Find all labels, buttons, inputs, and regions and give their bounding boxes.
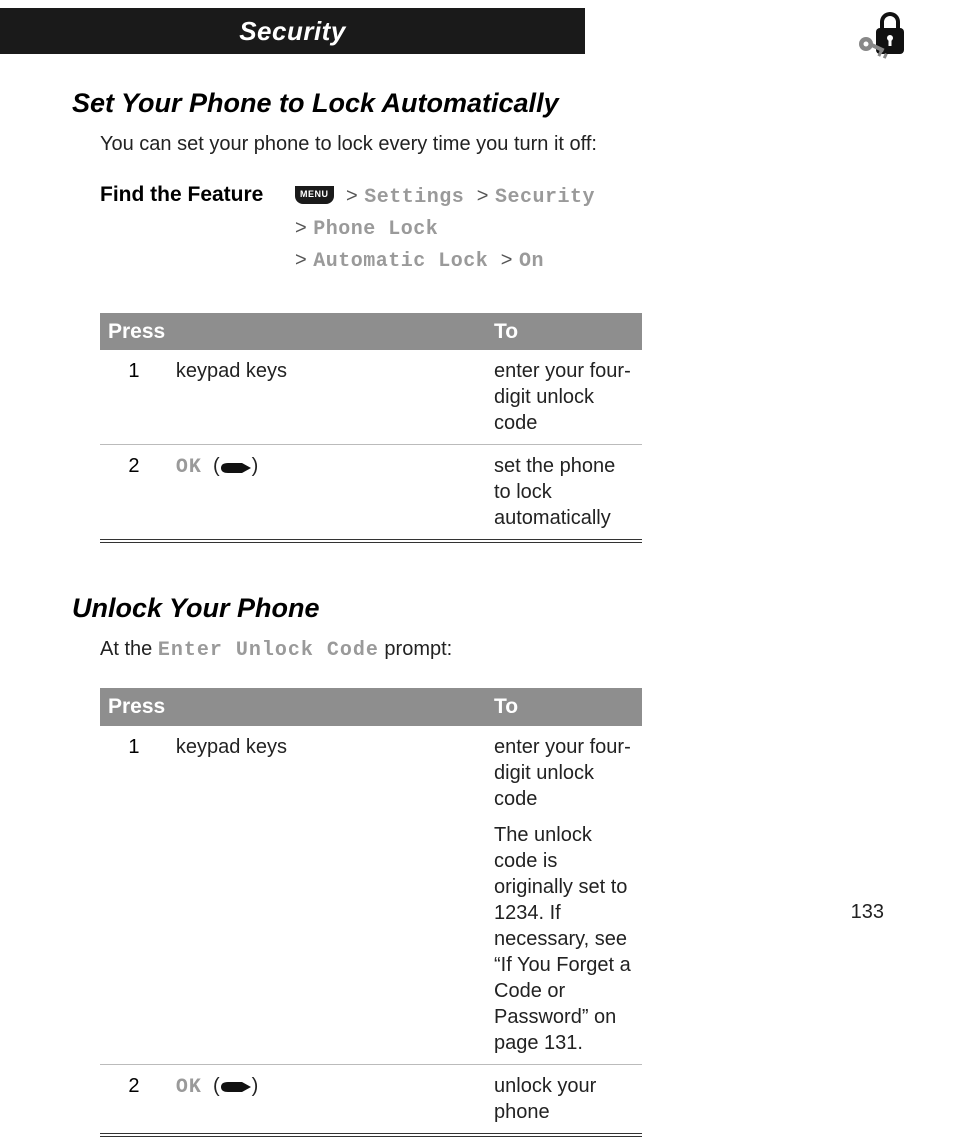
path-seg: Phone Lock — [313, 218, 438, 241]
right-arrow-key-icon — [220, 1074, 252, 1100]
intro-code: Enter Unlock Code — [158, 639, 379, 662]
section-intro: At the Enter Unlock Code prompt: — [100, 636, 884, 664]
header-bar: Security — [0, 8, 585, 54]
to-text: enter your four-digit unlock code — [494, 736, 631, 810]
step-number: 2 — [100, 1064, 168, 1135]
table-row: 1 keypad keys enter your four-digit unlo… — [100, 350, 642, 445]
feature-path: MENU > Settings > Security > Phone Lock … — [295, 181, 595, 277]
path-seg: On — [519, 250, 544, 273]
lock-icon — [852, 6, 912, 73]
to-note: The unlock code is originally set to 123… — [494, 812, 634, 1056]
col-press: Press — [100, 313, 486, 350]
step-number: 1 — [100, 726, 168, 1065]
col-to: To — [486, 688, 642, 725]
steps-table: Press To 1 keypad keys enter your four-d… — [100, 313, 642, 543]
path-seg: Automatic Lock — [313, 250, 488, 273]
table-row: 1 keypad keys enter your four-digit unlo… — [100, 726, 642, 1065]
col-to: To — [486, 313, 642, 350]
step-number: 1 — [100, 350, 168, 445]
feature-label: Find the Feature — [100, 181, 295, 277]
press-cell: OK () — [168, 1064, 486, 1135]
intro-text: prompt: — [379, 638, 452, 660]
to-cell: set the phone to lock automatically — [486, 445, 642, 542]
step-number: 2 — [100, 445, 168, 542]
path-seg: Security — [495, 186, 595, 209]
press-cell: OK () — [168, 445, 486, 542]
table-row: 2 OK () unlock your phone — [100, 1064, 642, 1135]
section-intro: You can set your phone to lock every tim… — [100, 131, 884, 157]
page-title: Security — [239, 16, 346, 47]
ok-label: OK — [176, 1076, 202, 1099]
to-cell: unlock your phone — [486, 1064, 642, 1135]
menu-key-icon: MENU — [295, 186, 334, 204]
path-seg: Settings — [364, 186, 464, 209]
ok-label: OK — [176, 456, 202, 479]
to-cell: enter your four-digit unlock code — [486, 350, 642, 445]
table-row: 2 OK () set the phone to lock automatica… — [100, 445, 642, 542]
intro-text: At the — [100, 638, 158, 660]
press-cell: keypad keys — [168, 726, 486, 1065]
section-heading: Set Your Phone to Lock Automatically — [72, 86, 884, 121]
col-press: Press — [100, 688, 486, 725]
section-heading: Unlock Your Phone — [72, 591, 884, 626]
to-cell: enter your four-digit unlock code The un… — [486, 726, 642, 1065]
right-arrow-key-icon — [220, 454, 252, 480]
press-cell: keypad keys — [168, 350, 486, 445]
find-feature-block: Find the Feature MENU > Settings > Secur… — [100, 181, 884, 277]
page-number: 133 — [851, 901, 884, 924]
steps-table: Press To 1 keypad keys enter your four-d… — [100, 688, 642, 1136]
